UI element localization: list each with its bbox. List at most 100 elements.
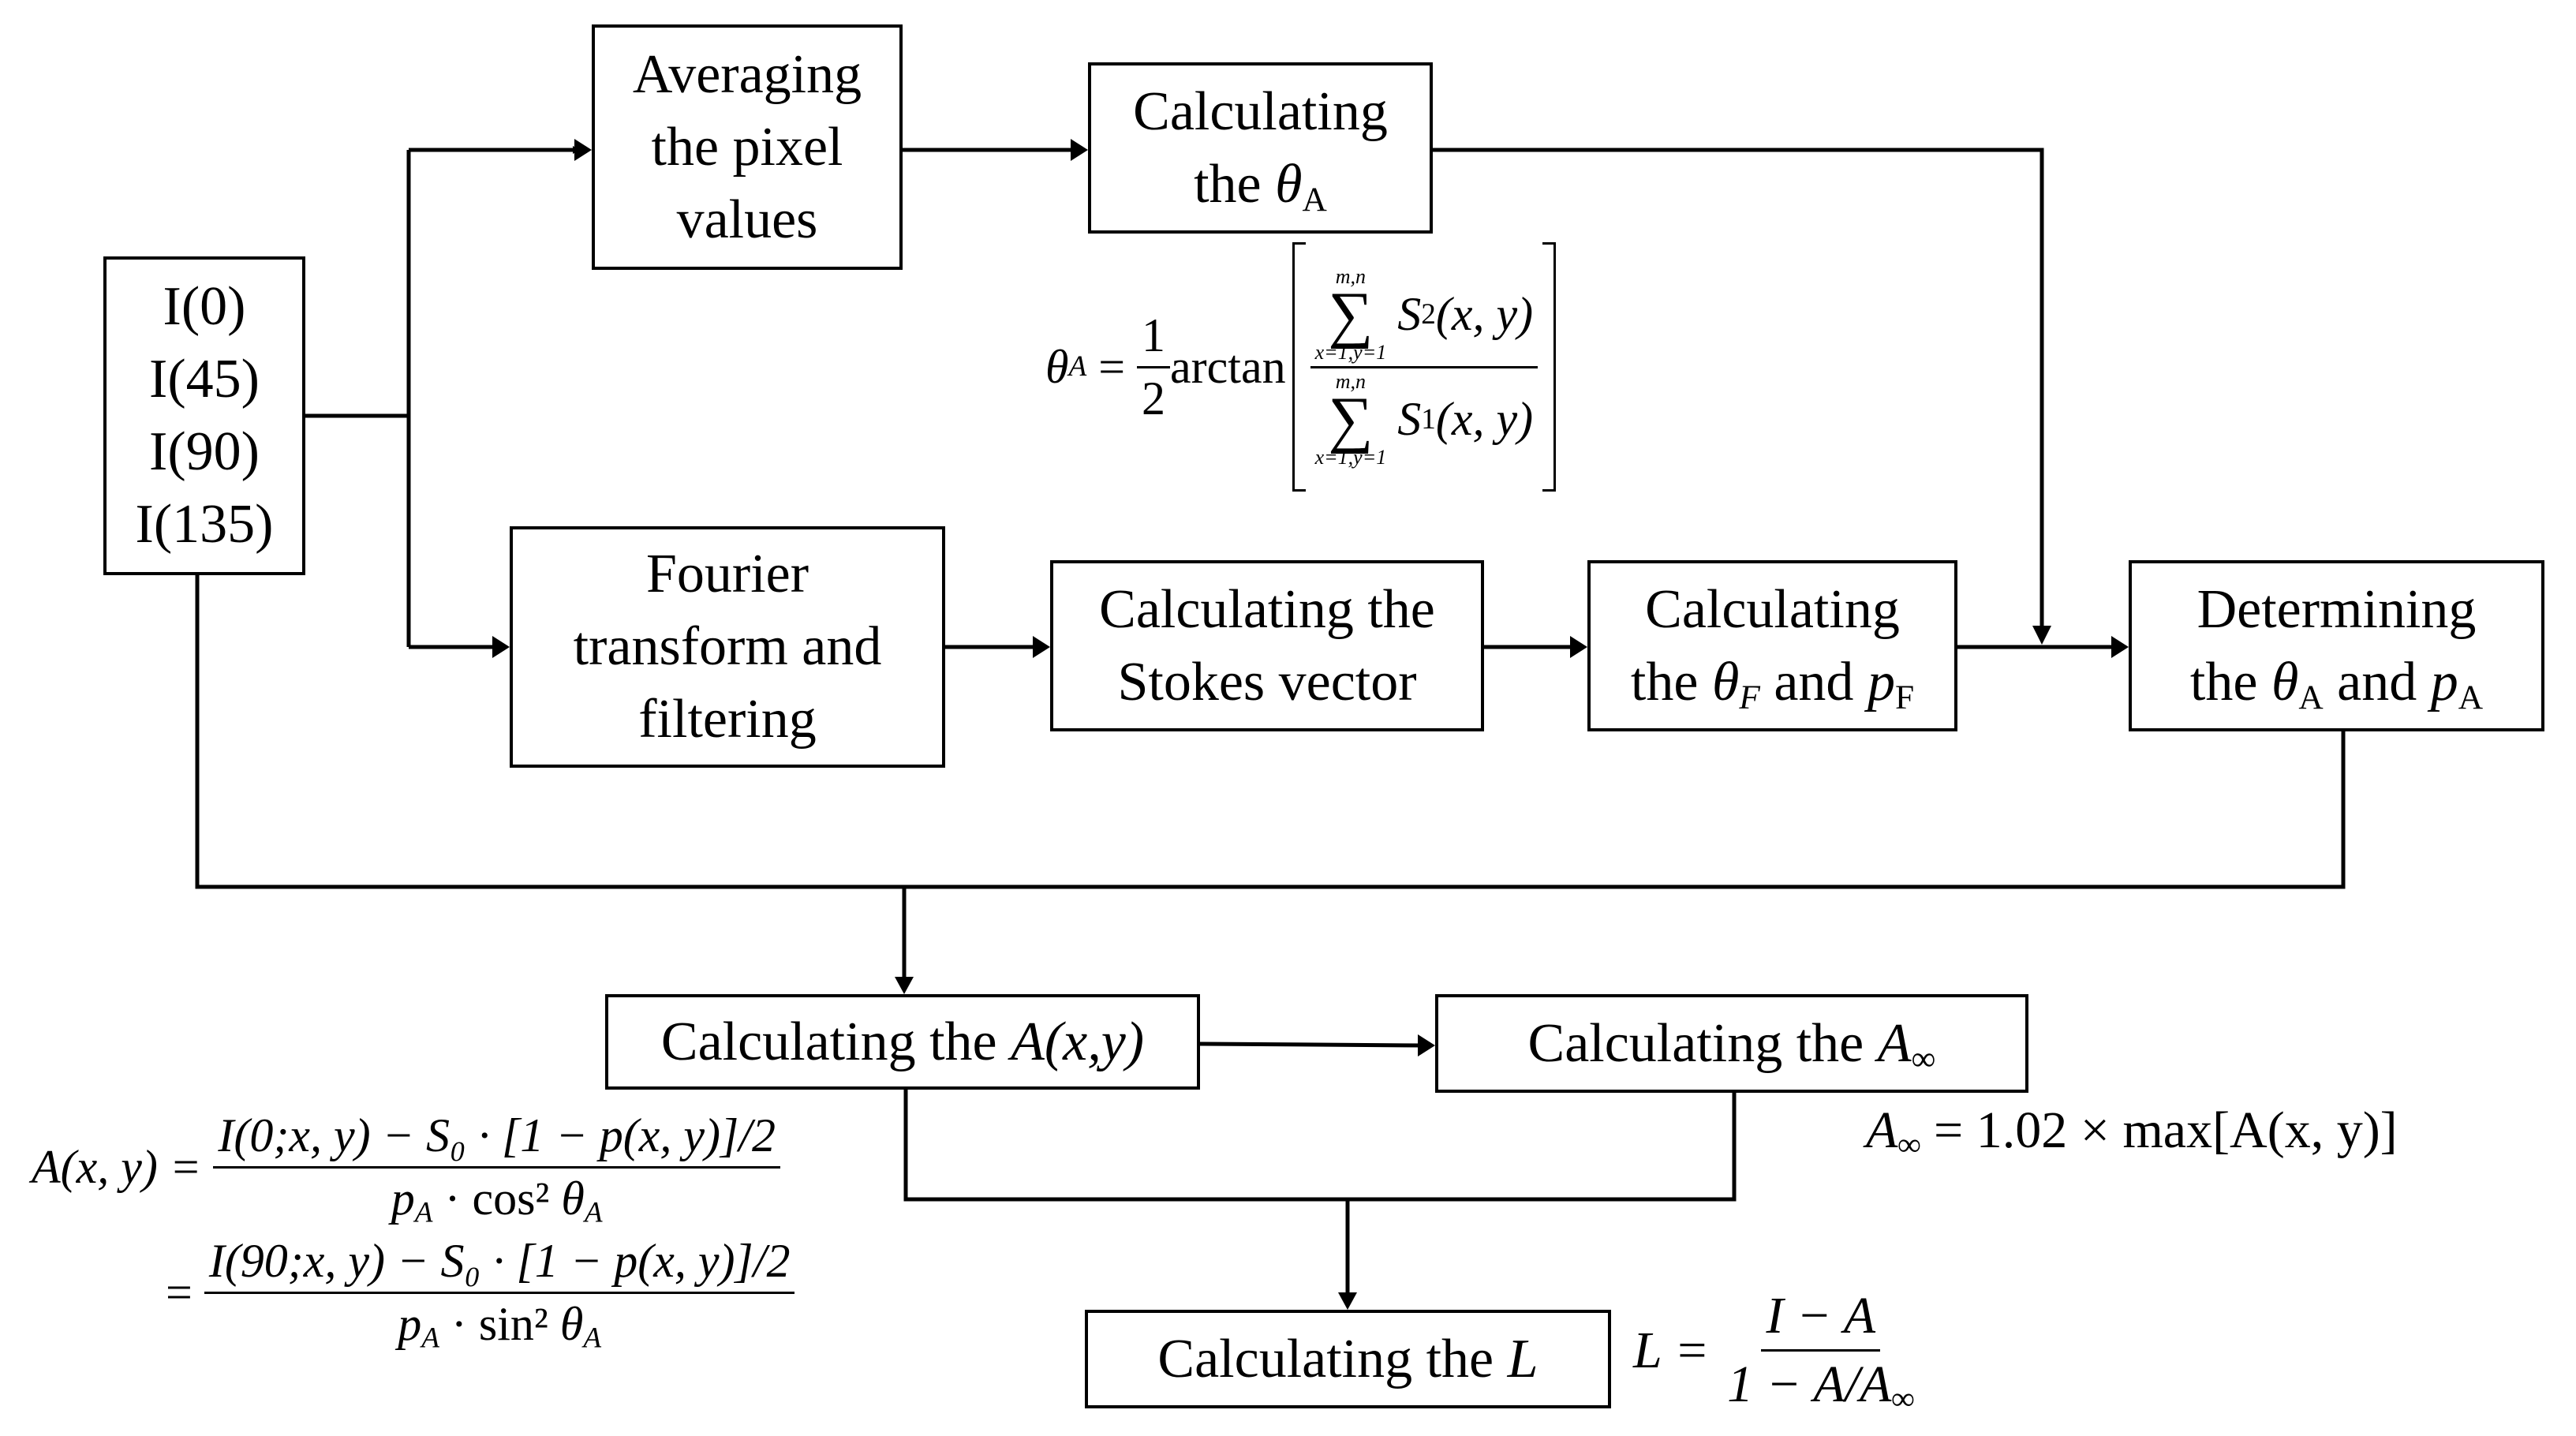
theta-symbol: θ <box>1275 153 1303 215</box>
right-bracket <box>1542 242 1557 492</box>
node-determining: Determining the θA and pA <box>2129 560 2544 731</box>
arrowhead-thetaA <box>1071 139 1088 161</box>
half-num: 1 <box>1137 309 1171 368</box>
sin-fn: · sin² <box>439 1298 560 1350</box>
stokes-line-1: Calculating the <box>1099 578 1435 640</box>
node-fourier: Fourier transform and filtering <box>510 526 945 768</box>
theta-a-eq: = <box>1086 340 1138 393</box>
arrowhead-calc-a <box>895 977 914 994</box>
calc-l-label: Calculating the L <box>1157 1323 1538 1396</box>
prefix: the <box>1630 651 1712 712</box>
a-xy-fraction-2: I(90;x, y) − S₀ · [1 − p(x, y)]/2 pA · s… <box>204 1234 795 1352</box>
left-bracket <box>1292 242 1306 492</box>
conj: and <box>2323 651 2431 712</box>
input-i45: I(45) <box>149 349 260 409</box>
arrowhead-stokes <box>1033 636 1050 658</box>
theta-subscript: A <box>1302 180 1327 219</box>
a-xy-den-1: pA · cos² θA <box>387 1169 608 1229</box>
fourier-line-2: transform and <box>573 616 882 677</box>
conj: and <box>1759 651 1868 712</box>
formula-a-inf: A∞ = 1.02 × max[A(x, y)] <box>1866 1101 2398 1161</box>
sum-denominator: m,n ∑ x=1,y=1 S 1 (x, y) <box>1314 369 1534 469</box>
arrowhead-thetaA-down <box>2032 626 2051 645</box>
calc-theta-a-line-2: the θA <box>1194 148 1327 221</box>
input-i0: I(0) <box>163 276 246 337</box>
node-stokes: Calculating the Stokes vector <box>1050 560 1484 731</box>
s2-term: S <box>1397 288 1422 340</box>
p-sub: A <box>414 1196 433 1229</box>
arrowhead-a-inf <box>1418 1034 1435 1056</box>
lower-limit: x=1,y=1 <box>1314 445 1387 469</box>
theta-sub: F <box>1739 678 1760 716</box>
sigma-icon: ∑ <box>1328 384 1374 454</box>
l-den-sub: ∞ <box>1891 1381 1915 1417</box>
node-calc-a-inf: Calculating the A∞ <box>1435 994 2028 1093</box>
theta-f-line-1: Calculating <box>1645 578 1900 640</box>
prefix: the <box>2189 651 2271 712</box>
arrowhead-l <box>1338 1292 1357 1310</box>
a-xy-fraction-1: I(0;x, y) − S₀ · [1 − p(x, y)]/2 pA · co… <box>213 1109 780 1229</box>
theta: θ <box>561 1172 585 1225</box>
s2-args: (x, y) <box>1435 288 1534 340</box>
input-i135: I(135) <box>135 494 274 555</box>
averaging-line-1: Averaging <box>632 43 862 105</box>
sigma-lower: m,n ∑ x=1,y=1 <box>1314 371 1387 469</box>
a-inf-sub: ∞ <box>1897 1127 1921 1163</box>
arctan: arctan <box>1170 340 1286 393</box>
theta-symbol: θ <box>1711 651 1740 712</box>
formula-l: L = I − A 1 − A/A∞ <box>1633 1286 1920 1415</box>
averaging-line-2: the pixel <box>651 116 843 178</box>
formula-theta-a: θA = 12 arctan m,n ∑ x=1,y=1 S 2 (x, y) m,n ∑… <box>1045 241 1557 493</box>
node-calc-theta-f: Calculating the θF and pF <box>1587 560 1957 731</box>
a-inf-rhs: = 1.02 × max[A(x, y)] <box>1920 1101 2398 1159</box>
fourier-line-1: Fourier <box>645 544 809 604</box>
averaging-line-3: values <box>676 189 818 250</box>
theta: θ <box>559 1298 584 1350</box>
s1-args: (x, y) <box>1435 393 1534 445</box>
sum-numerator: m,n ∑ x=1,y=1 S 2 (x, y) <box>1310 266 1538 368</box>
l-den-prefix: 1 − A/A <box>1727 1356 1892 1413</box>
theta-f-line-2: the θF and pF <box>1631 646 1914 719</box>
p-symbol: p <box>1867 651 1895 712</box>
theta-sub: A <box>584 1196 603 1229</box>
a-xy-den-2: pA · sin² θA <box>393 1294 606 1352</box>
calc-theta-a-line-1: Calculating <box>1133 80 1388 142</box>
a-symbol: A(x,y) <box>1011 1011 1145 1072</box>
sum-fraction: m,n ∑ x=1,y=1 S 2 (x, y) m,n ∑ x=1,y=1 S 1 (x, y… <box>1310 266 1538 469</box>
edge-a-ainf <box>1199 1041 1424 1048</box>
node-calc-a: Calculating the A(x,y) <box>605 994 1200 1090</box>
a-xy-lhs: A(x, y) = <box>32 1141 214 1193</box>
arrowhead-averaging <box>574 139 592 161</box>
p-sub: A <box>421 1322 439 1355</box>
arrowhead-thetaF <box>1570 636 1587 658</box>
theta-a-lhs: θ <box>1045 340 1069 393</box>
p: p <box>391 1172 415 1225</box>
theta-symbol: θ <box>2271 651 2299 712</box>
prefix: Calculating the <box>1157 1328 1508 1389</box>
input-i90: I(90) <box>149 421 260 482</box>
cos-fn: · cos² <box>432 1172 562 1225</box>
prefix: Calculating the <box>660 1011 1011 1072</box>
infinity-sub: ∞ <box>1911 1039 1936 1078</box>
half-den: 2 <box>1142 372 1166 424</box>
node-calc-l: Calculating the L <box>1085 1310 1611 1408</box>
l-num: I − A <box>1761 1286 1881 1352</box>
node-inputs: I(0) I(45) I(90) I(135) <box>103 256 305 575</box>
p-sub: F <box>1894 678 1915 716</box>
a-symbol: A <box>1877 1012 1912 1074</box>
node-calc-theta-a: Calculating the θA <box>1088 62 1433 234</box>
calc-a-label: Calculating the A(x,y) <box>661 1006 1144 1079</box>
a-xy-eq-2: = <box>166 1266 204 1318</box>
fourier-line-3: filtering <box>638 689 817 750</box>
edge-merge <box>903 1090 1737 1202</box>
p-sub: A <box>2458 678 2484 716</box>
a-xy-num-2: I(90;x, y) − S₀ · [1 − p(x, y)]/2 <box>204 1234 795 1294</box>
stokes-line-2: Stokes vector <box>1117 651 1417 712</box>
arrowhead-fourier <box>492 636 510 658</box>
determining-line-1: Determining <box>2197 578 2477 640</box>
calc-a-inf-label: Calculating the A∞ <box>1528 1008 1936 1080</box>
determining-line-2: the θA and pA <box>2190 646 2483 719</box>
a-xy-num-1: I(0;x, y) − S₀ · [1 − p(x, y)]/2 <box>213 1109 780 1169</box>
formula-a-xy: A(x, y) = I(0;x, y) − S₀ · [1 − p(x, y)]… <box>32 1109 795 1352</box>
half-fraction: 12 <box>1137 309 1171 426</box>
